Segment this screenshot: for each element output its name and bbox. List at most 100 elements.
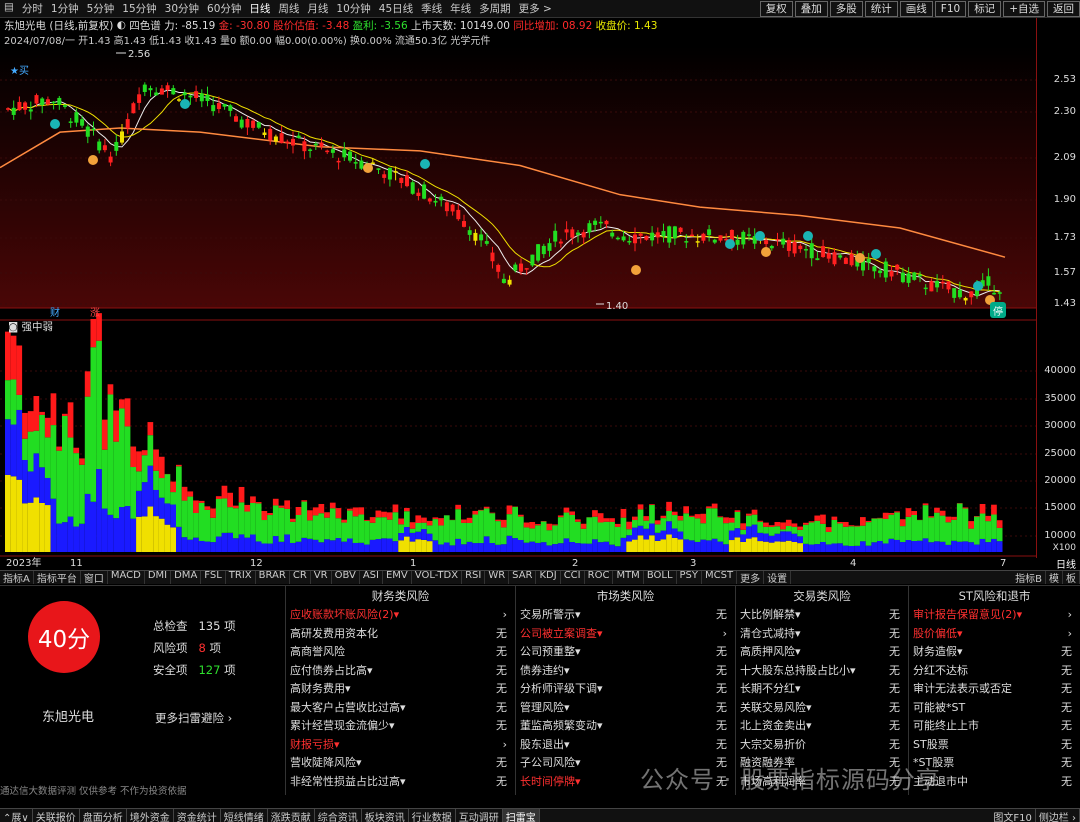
indicator-tab[interactable]: 指标B [1012, 571, 1046, 584]
indicator-tab[interactable]: 指标A [0, 571, 34, 584]
period-tab[interactable]: 15分钟 [118, 1, 160, 16]
bottom-right-button[interactable]: 侧边栏 › [1036, 809, 1080, 822]
risk-item[interactable]: 财务造假▾ 无 [909, 643, 1080, 662]
indicator-tab[interactable]: 指标平台 [34, 571, 81, 584]
indicator-tab[interactable]: EMV [383, 571, 412, 584]
indicator-tab[interactable]: ROC [585, 571, 614, 584]
toolbar-button[interactable]: 标记 [968, 0, 1002, 17]
indicator-tab[interactable]: PSY [677, 571, 703, 584]
risk-item[interactable]: 分析师评级下调▾ 无 [516, 680, 735, 699]
risk-item[interactable]: 清仓式减持▾ 无 [736, 625, 908, 644]
period-tab[interactable]: 60分钟 [203, 1, 245, 16]
risk-item[interactable]: 大比例解禁▾ 无 [736, 606, 908, 625]
risk-item[interactable]: ST股票 无 [909, 736, 1080, 755]
toolbar-button[interactable]: +自选 [1003, 0, 1045, 17]
indicator-tab[interactable]: 设置 [764, 571, 792, 584]
risk-item[interactable]: 可能终止上市 无 [909, 717, 1080, 736]
menu-icon[interactable]: ▤ [0, 1, 18, 16]
risk-item[interactable]: 高质押风险▾ 无 [736, 643, 908, 662]
risk-item[interactable]: 债券违约▾ 无 [516, 662, 735, 681]
toolbar-button[interactable]: F10 [934, 0, 967, 17]
risk-item[interactable]: 高商誉风险 无 [286, 643, 515, 662]
period-tab[interactable]: 季线 [417, 1, 446, 16]
bottom-tab[interactable]: 涨跌贡献 [268, 809, 315, 822]
risk-item[interactable]: 财报亏损▾ › [286, 736, 515, 755]
indicator-tab[interactable]: 窗口 [81, 571, 108, 584]
bottom-right-button[interactable]: 图文F10 [990, 809, 1036, 822]
indicator-tab[interactable]: MCST [702, 571, 738, 584]
toolbar-button[interactable]: 叠加 [794, 0, 828, 17]
bottom-tab[interactable]: 行业数据 [409, 809, 456, 822]
risk-item[interactable]: 应收账款坏账风险(2)▾ › [286, 606, 515, 625]
period-tab[interactable]: 月线 [303, 1, 332, 16]
toolbar-button[interactable]: 多股 [829, 0, 863, 17]
risk-item[interactable]: 高财务费用▾ 无 [286, 680, 515, 699]
risk-item[interactable]: 公司被立案调查▾ › [516, 625, 735, 644]
bottom-tab[interactable]: 境外资金 [127, 809, 174, 822]
indicator-tab[interactable]: TRIX [226, 571, 256, 584]
indicator-tab[interactable]: RSI [462, 571, 486, 584]
risk-item[interactable]: 审计无法表示或否定 无 [909, 680, 1080, 699]
indicator-tab[interactable]: FSL [201, 571, 226, 584]
period-tab[interactable]: 1分钟 [47, 1, 83, 16]
period-tab[interactable]: 45日线 [375, 1, 417, 16]
period-tab[interactable]: 5分钟 [83, 1, 119, 16]
risk-item[interactable]: 管理风险▾ 无 [516, 699, 735, 718]
risk-item[interactable]: 董监高频繁变动▾ 无 [516, 717, 735, 736]
indicator-tab[interactable]: WR [485, 571, 510, 584]
toolbar-button[interactable]: 统计 [864, 0, 898, 17]
indicator-tab[interactable]: CCI [561, 571, 585, 584]
bottom-tab[interactable]: 互动调研 [456, 809, 503, 822]
risk-item[interactable]: 股东退出▾ 无 [516, 736, 735, 755]
bottom-tab[interactable]: ⌃展∨ [0, 809, 33, 822]
indicator-tab[interactable]: VR [311, 571, 332, 584]
indicator-tab[interactable]: 板 [1063, 571, 1080, 584]
period-tab[interactable]: 周线 [274, 1, 303, 16]
risk-item[interactable]: 分红不达标 无 [909, 662, 1080, 681]
period-tab[interactable]: 30分钟 [161, 1, 203, 16]
period-tab[interactable]: 分时 [18, 1, 47, 16]
indicator-tab[interactable]: SAR [509, 571, 537, 584]
period-tab[interactable]: 年线 [446, 1, 475, 16]
risk-item[interactable]: 大宗交易折价 无 [736, 736, 908, 755]
risk-item[interactable]: 累计经营现金流偏少▾ 无 [286, 717, 515, 736]
bottom-tab[interactable]: 资金统计 [174, 809, 221, 822]
kline-chart[interactable]: 2.56 1.40 ★买 财 涨 停 ◙ 强中弱 2023年 11 12 1 2 3 4 7 [0, 18, 1036, 570]
indicator-tab[interactable]: BOLL [644, 571, 677, 584]
risk-item[interactable]: 股价偏低▾ › [909, 625, 1080, 644]
risk-item[interactable]: 营收陡降风险▾ 无 [286, 754, 515, 773]
indicator-tab[interactable]: CR [290, 571, 311, 584]
bottom-tab[interactable]: 扫雷宝 [502, 809, 540, 822]
bottom-tab[interactable]: 综合资讯 [315, 809, 362, 822]
indicator-tab[interactable]: OBV [332, 571, 360, 584]
bottom-tab[interactable]: 板块资讯 [362, 809, 409, 822]
risk-item[interactable]: 非经常性损益占比过高▾ 无 [286, 773, 515, 792]
period-tab[interactable]: 10分钟 [332, 1, 374, 16]
period-tab[interactable]: 日线 [245, 1, 274, 16]
indicator-tab[interactable]: 更多 [737, 571, 765, 584]
risk-item[interactable]: 交易所警示▾ 无 [516, 606, 735, 625]
risk-item[interactable]: 十大股东总持股占比小▾ 无 [736, 662, 908, 681]
toolbar-button[interactable]: 画线 [899, 0, 933, 17]
bottom-tab[interactable]: 短线情绪 [221, 809, 268, 822]
risk-item[interactable]: 长期不分红▾ 无 [736, 680, 908, 699]
more-scan-link[interactable]: 更多扫雷避险 › [155, 710, 232, 726]
bottom-tab[interactable]: 盘面分析 [80, 809, 127, 822]
period-tab[interactable]: 多周期 [475, 1, 515, 16]
risk-item[interactable]: 应付债券占比高▾ 无 [286, 662, 515, 681]
indicator-tab[interactable]: MACD [108, 571, 145, 584]
indicator-tab[interactable]: VOL-TDX [412, 571, 463, 584]
indicator-tab[interactable]: ASI [360, 571, 383, 584]
indicator-tab[interactable]: MTM [613, 571, 644, 584]
risk-item[interactable]: 可能被*ST 无 [909, 699, 1080, 718]
risk-item[interactable]: 审计报告保留意见(2)▾ › [909, 606, 1080, 625]
risk-item[interactable]: 关联交易风险▾ 无 [736, 699, 908, 718]
bottom-tab[interactable]: 关联报价 [33, 809, 80, 822]
indicator-tab[interactable]: KDJ [536, 571, 561, 584]
indicator-tab[interactable]: BRAR [256, 571, 290, 584]
indicator-tab[interactable]: 模 [1046, 571, 1063, 584]
toolbar-button[interactable]: 复权 [759, 0, 793, 17]
toolbar-button[interactable]: 返回 [1047, 0, 1080, 17]
risk-item[interactable]: 公司预重整▾ 无 [516, 643, 735, 662]
indicator-tab[interactable]: DMI [145, 571, 172, 584]
